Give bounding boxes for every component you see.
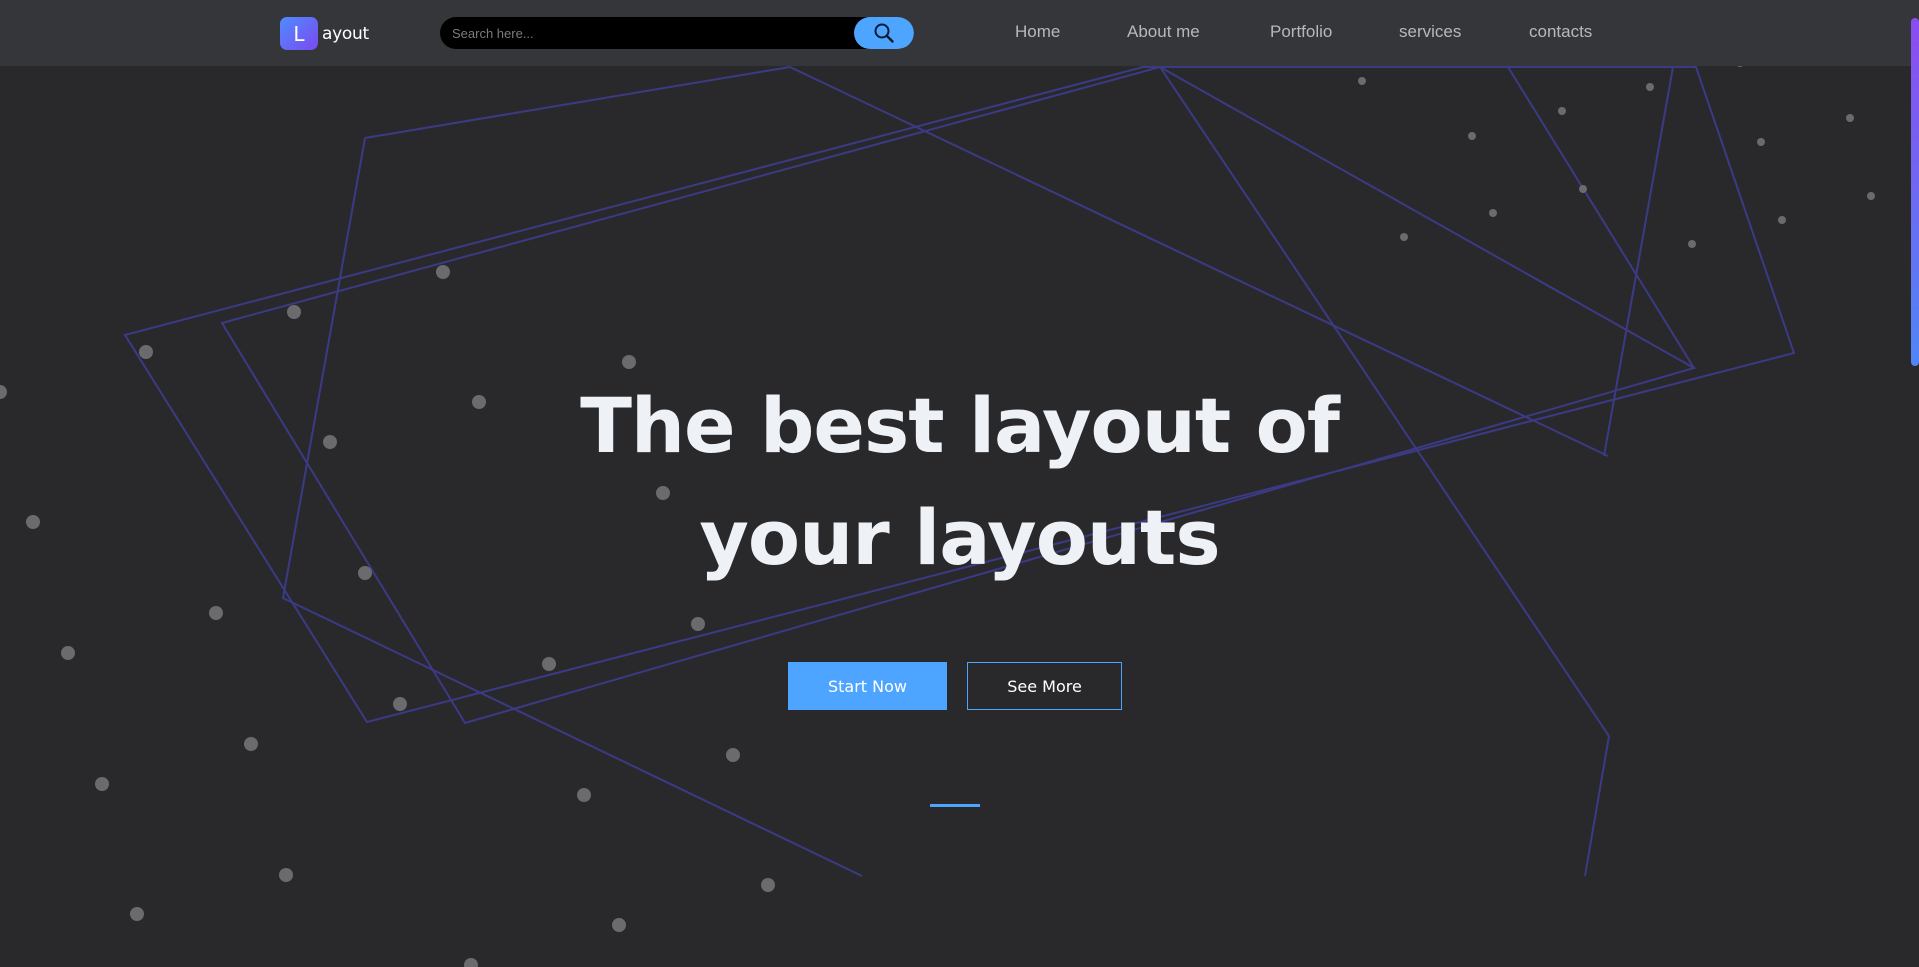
nav-services[interactable]: services <box>1399 22 1461 42</box>
search-bar <box>440 17 914 49</box>
nav-contacts[interactable]: contacts <box>1529 22 1592 42</box>
start-now-button[interactable]: Start Now <box>788 662 947 710</box>
nav-portfolio[interactable]: Portfolio <box>1270 22 1332 42</box>
top-navbar: L ayout Home About me Portfolio services… <box>0 0 1919 66</box>
logo-mark: L <box>280 17 318 50</box>
hero-divider <box>930 804 980 807</box>
search-icon <box>874 23 894 43</box>
logo-text: ayout <box>322 23 369 44</box>
hero-title-line-2: your layouts <box>699 493 1220 582</box>
see-more-button[interactable]: See More <box>967 662 1122 710</box>
scrollbar-thumb[interactable] <box>1911 18 1919 366</box>
nav-about-me[interactable]: About me <box>1127 22 1200 42</box>
search-input[interactable] <box>440 17 850 49</box>
hero-title-line-1: The best layout of <box>580 381 1340 470</box>
hero-title: The best layout of your layouts <box>0 370 1919 594</box>
site-logo[interactable]: L ayout <box>280 17 369 50</box>
page-scrollbar[interactable] <box>1911 0 1919 967</box>
search-button[interactable] <box>854 17 914 49</box>
nav-home[interactable]: Home <box>1015 22 1060 42</box>
